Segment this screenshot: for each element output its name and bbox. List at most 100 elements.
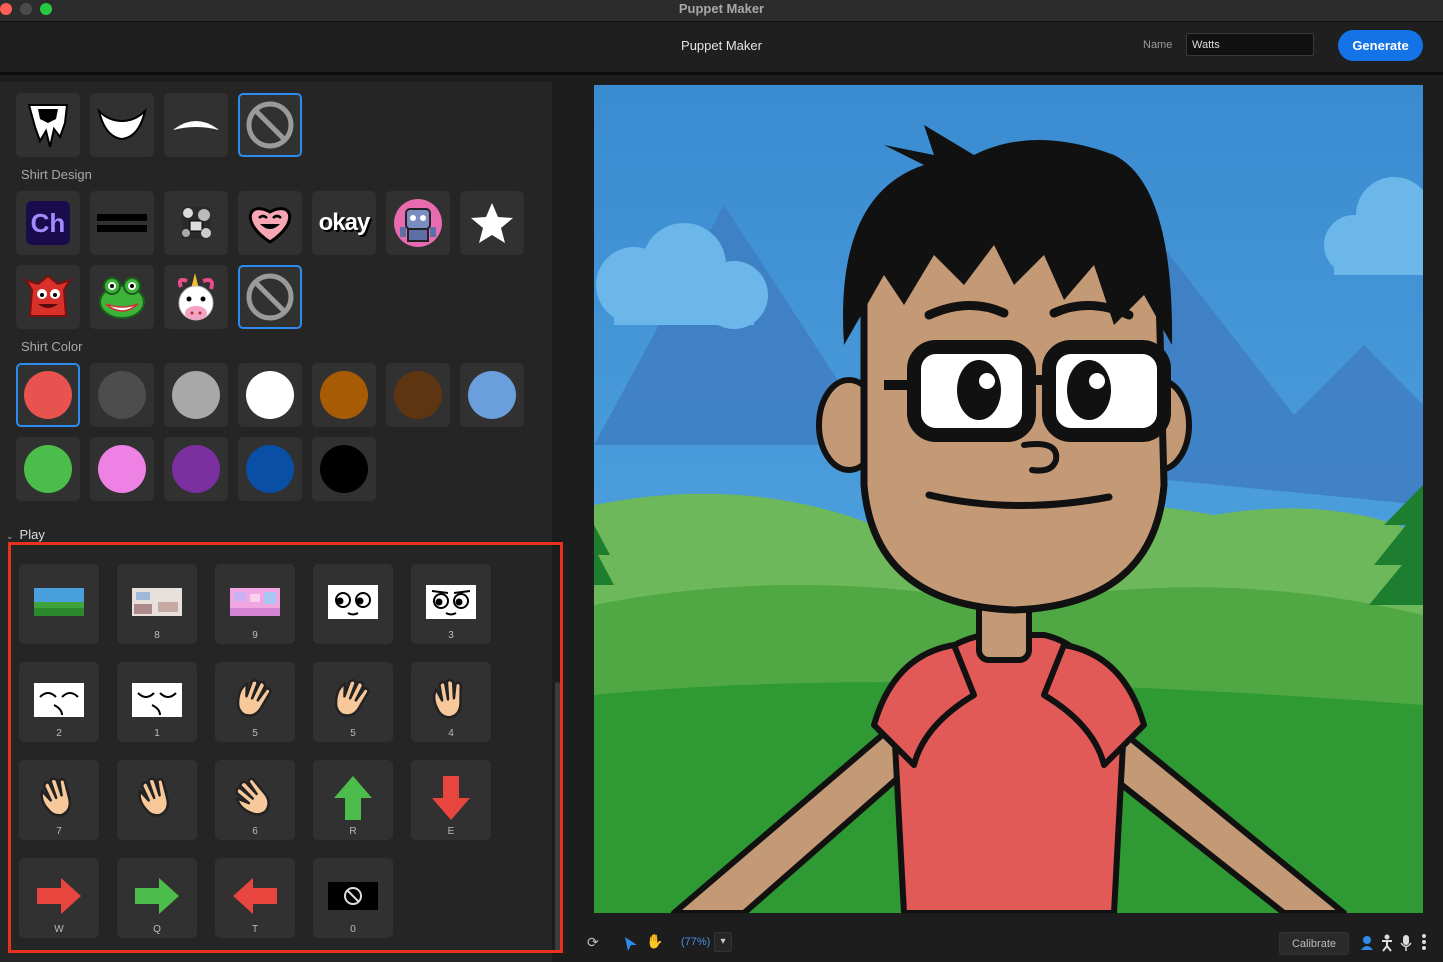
trigger-key: 8 (154, 630, 160, 641)
body-tracking-icon[interactable] (1380, 934, 1394, 952)
puppet-preview (594, 85, 1423, 913)
hand-wave-icon (328, 679, 378, 720)
shirt-color-swatch[interactable] (16, 363, 80, 427)
beard-option-mustache[interactable] (164, 93, 228, 157)
shirt-design-stripes[interactable] (90, 191, 154, 255)
trigger-tile[interactable]: R (313, 760, 393, 840)
shirt-color-swatch[interactable] (90, 363, 154, 427)
shirt-color-swatch[interactable] (164, 363, 228, 427)
trigger-tile[interactable]: Q (117, 858, 197, 938)
trigger-tile[interactable]: T (215, 858, 295, 938)
trigger-tile[interactable]: W (19, 858, 99, 938)
scrollbar-thumb[interactable] (555, 682, 560, 952)
shirt-design-none[interactable] (238, 265, 302, 329)
generate-button[interactable]: Generate (1338, 30, 1423, 61)
trigger-tile[interactable]: E (411, 760, 491, 840)
shirt-color-swatch[interactable] (312, 363, 376, 427)
shirt-design-robot[interactable] (386, 191, 450, 255)
color-dot (24, 445, 72, 493)
arrow-down-icon (426, 776, 476, 820)
trigger-key: 5 (252, 728, 258, 739)
chevron-down-icon: ⌄ (6, 531, 14, 541)
trigger-tile[interactable]: 5 (313, 662, 393, 742)
trigger-tile[interactable] (19, 564, 99, 644)
color-dot (246, 445, 294, 493)
arrow-right-icon (132, 876, 182, 916)
trigger-key: E (447, 826, 455, 837)
shirt-design-star[interactable] (460, 191, 524, 255)
beard-option-spiky[interactable] (16, 93, 80, 157)
shirt-color-swatch[interactable] (164, 437, 228, 501)
none-icon (328, 876, 378, 916)
more-icon[interactable] (1422, 934, 1426, 950)
trigger-tile[interactable]: 3 (411, 564, 491, 644)
options-scrollbar[interactable] (552, 82, 564, 962)
trigger-tile[interactable] (313, 564, 393, 644)
shirt-color-swatch[interactable] (16, 437, 80, 501)
trigger-tile[interactable]: 5 (215, 662, 295, 742)
beard-option-full[interactable] (90, 93, 154, 157)
eyes-wink-icon (426, 582, 476, 622)
stripes-icon (97, 214, 147, 232)
select-arrow-icon[interactable] (624, 936, 638, 952)
bottom-toolbar: ⟳ ✋ (77%) ▾ Calibrate (576, 922, 1443, 962)
shirt-design-doodle[interactable] (164, 191, 228, 255)
shirt-design-frog[interactable] (90, 265, 154, 329)
trigger-tile[interactable]: 4 (411, 662, 491, 742)
play-section-header[interactable]: ⌄ Play (6, 527, 45, 542)
landscape-background-icon (34, 582, 84, 622)
room-background-icon (132, 582, 182, 622)
trigger-tile[interactable]: 2 (19, 662, 99, 742)
hand-tool-icon[interactable]: ✋ (646, 933, 663, 950)
color-dot (320, 445, 368, 493)
color-dot (172, 445, 220, 493)
trigger-tile[interactable]: 0 (313, 858, 393, 938)
microphone-icon[interactable] (1400, 934, 1412, 952)
trigger-tile[interactable]: 1 (117, 662, 197, 742)
puppet-stage[interactable] (594, 85, 1423, 913)
trigger-key: Q (153, 924, 161, 935)
arrow-left-icon (230, 876, 280, 916)
star-icon (471, 203, 513, 243)
shirt-color-swatch[interactable] (90, 437, 154, 501)
hand-wave-icon (230, 679, 280, 720)
shirt-design-okay[interactable]: okay (312, 191, 376, 255)
shirt-color-swatch[interactable] (312, 437, 376, 501)
shirt-color-swatch[interactable] (238, 437, 302, 501)
shirt-design-ch[interactable]: Ch (16, 191, 80, 255)
zoom-dropdown[interactable]: ▾ (714, 932, 732, 952)
shirt-color-swatch[interactable] (460, 363, 524, 427)
trigger-tile[interactable] (117, 760, 197, 840)
shirt-design-unicorn[interactable] (164, 265, 228, 329)
header-divider (0, 72, 1443, 75)
shirt-color-swatch[interactable] (386, 363, 450, 427)
none-icon (246, 101, 294, 149)
shirt-design-red-monster[interactable] (16, 265, 80, 329)
arrow-right-icon (34, 876, 84, 916)
right-pupil (1067, 360, 1111, 420)
trigger-tile[interactable]: 6 (215, 760, 295, 840)
color-dot (468, 371, 516, 419)
calibrate-button[interactable]: Calibrate (1279, 932, 1349, 955)
zoom-level[interactable]: (77%) (681, 936, 710, 948)
chevron-down-icon: ▾ (720, 936, 726, 947)
ch-logo-icon: Ch (26, 201, 70, 245)
eyes-closed-icon (132, 680, 182, 720)
shirt-design-heart-face[interactable] (238, 191, 302, 255)
trigger-key: 1 (154, 728, 160, 739)
name-input[interactable] (1186, 33, 1314, 56)
color-dot (246, 371, 294, 419)
shirt-color-swatch[interactable] (238, 363, 302, 427)
beard-option-none[interactable] (238, 93, 302, 157)
trigger-key: 2 (56, 728, 62, 739)
heart-face-icon (249, 207, 291, 244)
play-label: Play (19, 527, 45, 542)
eyes-left-icon (328, 582, 378, 622)
trigger-tile[interactable]: 7 (19, 760, 99, 840)
refresh-icon[interactable]: ⟳ (587, 934, 599, 951)
trigger-key: 3 (448, 630, 454, 641)
trigger-tile[interactable]: 8 (117, 564, 197, 644)
camera-icon[interactable] (1360, 935, 1374, 951)
title-bar: Puppet Maker (0, 0, 1443, 22)
trigger-tile[interactable]: 9 (215, 564, 295, 644)
